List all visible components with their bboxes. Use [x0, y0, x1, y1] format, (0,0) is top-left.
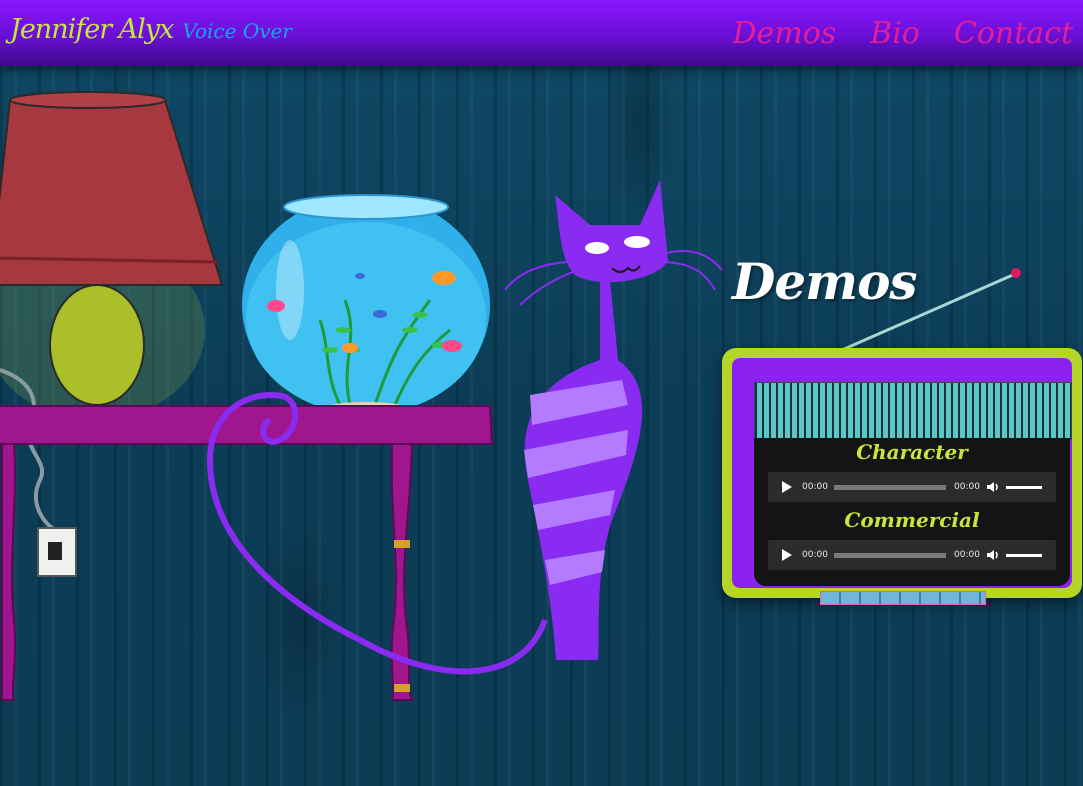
track-label-character: Character — [856, 440, 968, 464]
brand-logo[interactable]: Jennifer Alyx Voice Over — [10, 14, 292, 45]
fishbowl-highlight — [276, 240, 304, 340]
table-leg-left — [1, 443, 17, 701]
duration: 00:00 — [954, 550, 980, 560]
audio-player-commercial[interactable]: 00:00 00:00 — [768, 540, 1056, 570]
current-time: 00:00 — [802, 550, 828, 560]
play-icon[interactable] — [782, 549, 792, 561]
cat-eye-left — [585, 242, 609, 254]
duration: 00:00 — [954, 482, 980, 492]
radio-panel: Character 00:00 00:00 Commercial 00:00 0… — [754, 438, 1070, 586]
fishbowl-rim — [283, 194, 449, 220]
nav-link-bio[interactable]: Bio — [870, 16, 920, 51]
top-nav-bar: Jennifer Alyx Voice Over Demos Bio Conta… — [0, 0, 1083, 66]
antenna-tip — [1011, 268, 1021, 278]
nav-link-demos[interactable]: Demos — [732, 16, 836, 51]
volume-slider[interactable] — [1006, 485, 1042, 489]
nav-link-contact[interactable]: Contact — [954, 16, 1073, 51]
volume-icon[interactable] — [986, 548, 1000, 562]
main-nav: Demos Bio Contact — [732, 16, 1073, 51]
radio-player-widget: Character 00:00 00:00 Commercial 00:00 0… — [722, 348, 1082, 598]
outlet-plug — [48, 542, 62, 560]
cat-eye-right — [624, 236, 650, 248]
lamp-base — [49, 284, 145, 406]
track-label-commercial: Commercial — [844, 508, 980, 532]
cat-head — [555, 180, 668, 283]
volume-icon[interactable] — [986, 480, 1000, 494]
table-leg-band — [394, 684, 410, 692]
table-leg-band — [394, 540, 410, 548]
current-time: 00:00 — [802, 482, 828, 492]
radio-speaker-grille — [754, 382, 1072, 440]
brand-subtitle: Voice Over — [182, 19, 292, 43]
brand-name: Jennifer Alyx — [10, 14, 174, 45]
section-title: Demos — [732, 252, 918, 311]
audio-player-character[interactable]: 00:00 00:00 — [768, 472, 1056, 502]
progress-bar[interactable] — [834, 552, 946, 558]
radio-base — [820, 591, 986, 605]
lamp-shade-top — [9, 91, 167, 109]
radio-body: Character 00:00 00:00 Commercial 00:00 0… — [732, 358, 1072, 588]
stage: Jennifer Alyx Voice Over Demos Bio Conta… — [0, 0, 1083, 786]
progress-bar[interactable] — [834, 484, 946, 490]
volume-slider[interactable] — [1006, 553, 1042, 557]
table-top — [0, 405, 494, 445]
play-icon[interactable] — [782, 481, 792, 493]
